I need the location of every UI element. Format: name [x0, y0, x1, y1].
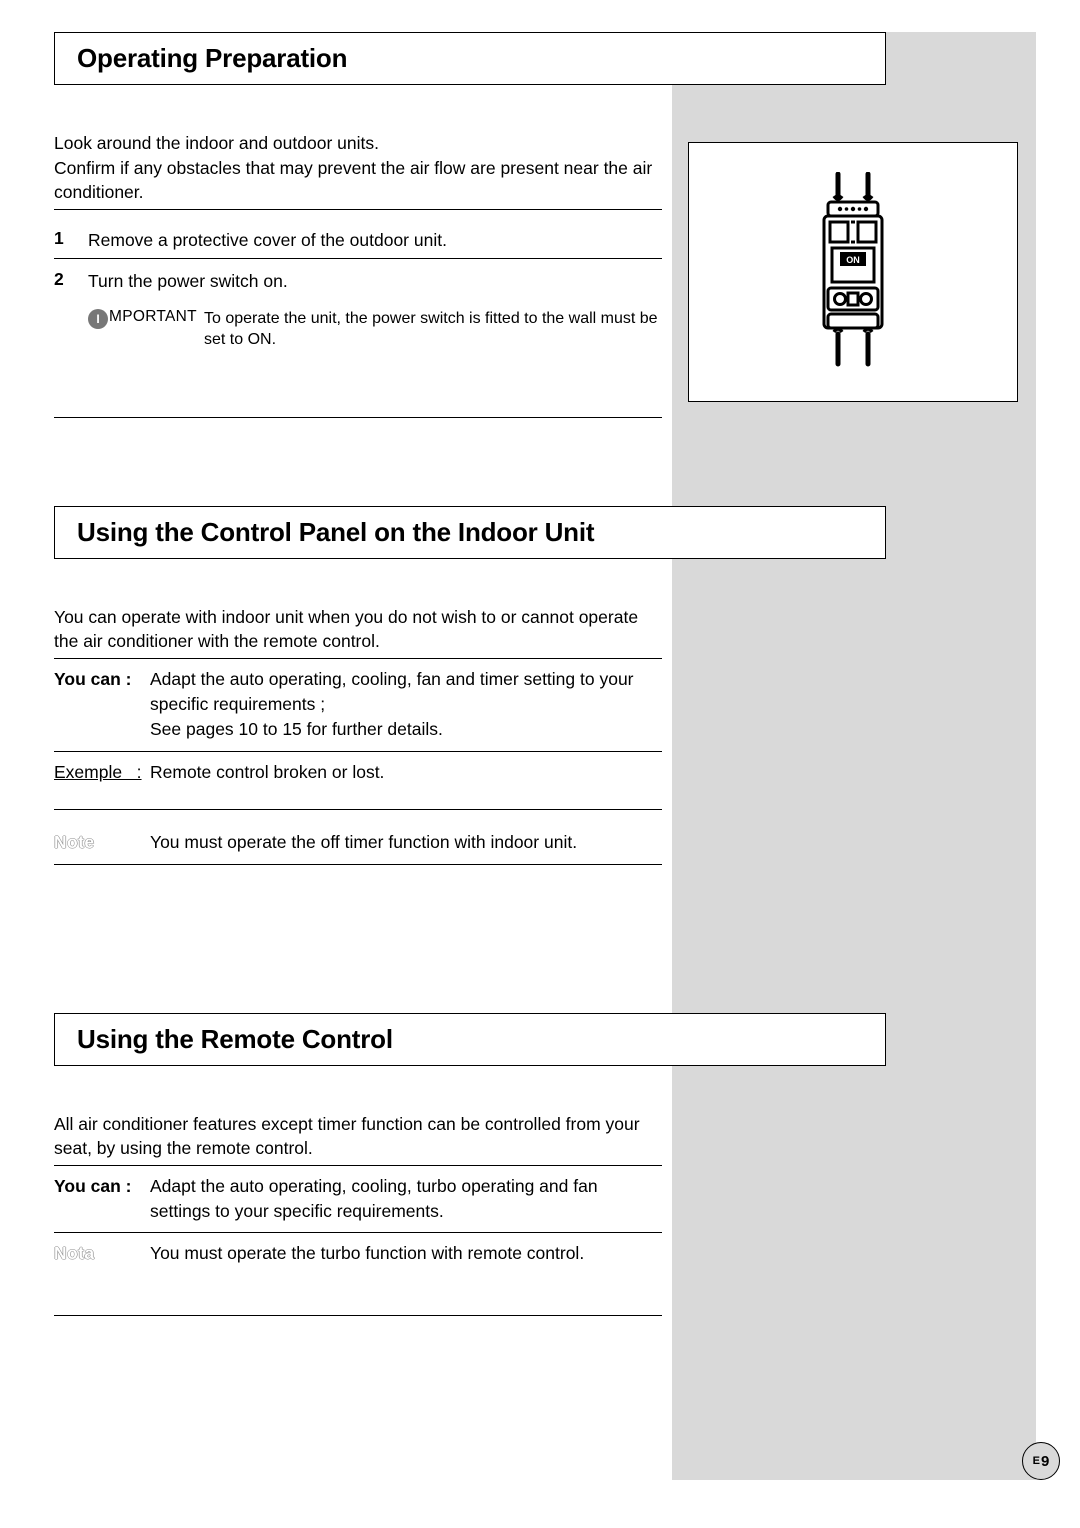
- svg-text:ON: ON: [846, 255, 860, 265]
- heading-text: Using the Remote Control: [77, 1024, 871, 1055]
- section-heading-operating-preparation: Operating Preparation: [54, 32, 886, 85]
- kv-row: Nota You must operate the turbo function…: [54, 1233, 662, 1314]
- heading-text: Operating Preparation: [77, 43, 871, 74]
- kv-row: Note You must operate the off timer func…: [54, 810, 662, 864]
- kv-value: You must operate the off timer function …: [150, 830, 662, 855]
- info-icon: I: [88, 309, 108, 329]
- intro-text: You can operate with indoor unit when yo…: [54, 605, 662, 658]
- step-row: 1 Remove a protective cover of the outdo…: [54, 218, 662, 260]
- step-number: 1: [54, 228, 88, 253]
- kv-value: You must operate the turbo function with…: [150, 1241, 662, 1266]
- switch-icon: ON: [816, 172, 890, 372]
- kv-label: Nota: [54, 1241, 150, 1266]
- important-text: To operate the unit, the power switch is…: [204, 308, 662, 351]
- kv-label: Exemple :: [54, 760, 150, 785]
- kv-value: Adapt the auto operating, cooling, turbo…: [150, 1174, 662, 1225]
- important-label: MPORTANT: [109, 308, 197, 326]
- step-text: Remove a protective cover of the outdoor…: [88, 228, 662, 253]
- kv-value: Remote control broken or lost.: [150, 760, 662, 785]
- heading-text: Using the Control Panel on the Indoor Un…: [77, 517, 871, 548]
- kv-label: You can :: [54, 1174, 150, 1225]
- kv-row: Exemple : Remote control broken or lost.: [54, 752, 662, 810]
- step-number: 2: [54, 269, 88, 294]
- step-text: Turn the power switch on.: [88, 269, 662, 294]
- page-number-badge: E9: [1022, 1442, 1060, 1480]
- intro-text: All air conditioner features except time…: [54, 1112, 662, 1165]
- important-note: I MPORTANT To operate the unit, the powe…: [54, 308, 662, 351]
- page: ON Operating Preparation Look around the…: [0, 0, 1080, 1528]
- kv-value: Adapt the auto operating, cooling, fan a…: [150, 667, 662, 743]
- section-heading-remote-control: Using the Remote Control: [54, 1013, 886, 1066]
- step-row: 2 Turn the power switch on.: [54, 259, 662, 294]
- kv-row: You can : Adapt the auto operating, cool…: [54, 1165, 662, 1234]
- section-heading-control-panel: Using the Control Panel on the Indoor Un…: [54, 506, 886, 559]
- kv-label: Note: [54, 830, 150, 855]
- page-number: 9: [1041, 1453, 1049, 1470]
- kv-row: You can : Adapt the auto operating, cool…: [54, 658, 662, 752]
- kv-label: You can :: [54, 667, 150, 743]
- power-switch-illustration: ON: [688, 142, 1018, 402]
- page-number-prefix: E: [1033, 1455, 1040, 1467]
- intro-text: Look around the indoor and outdoor units…: [54, 131, 662, 210]
